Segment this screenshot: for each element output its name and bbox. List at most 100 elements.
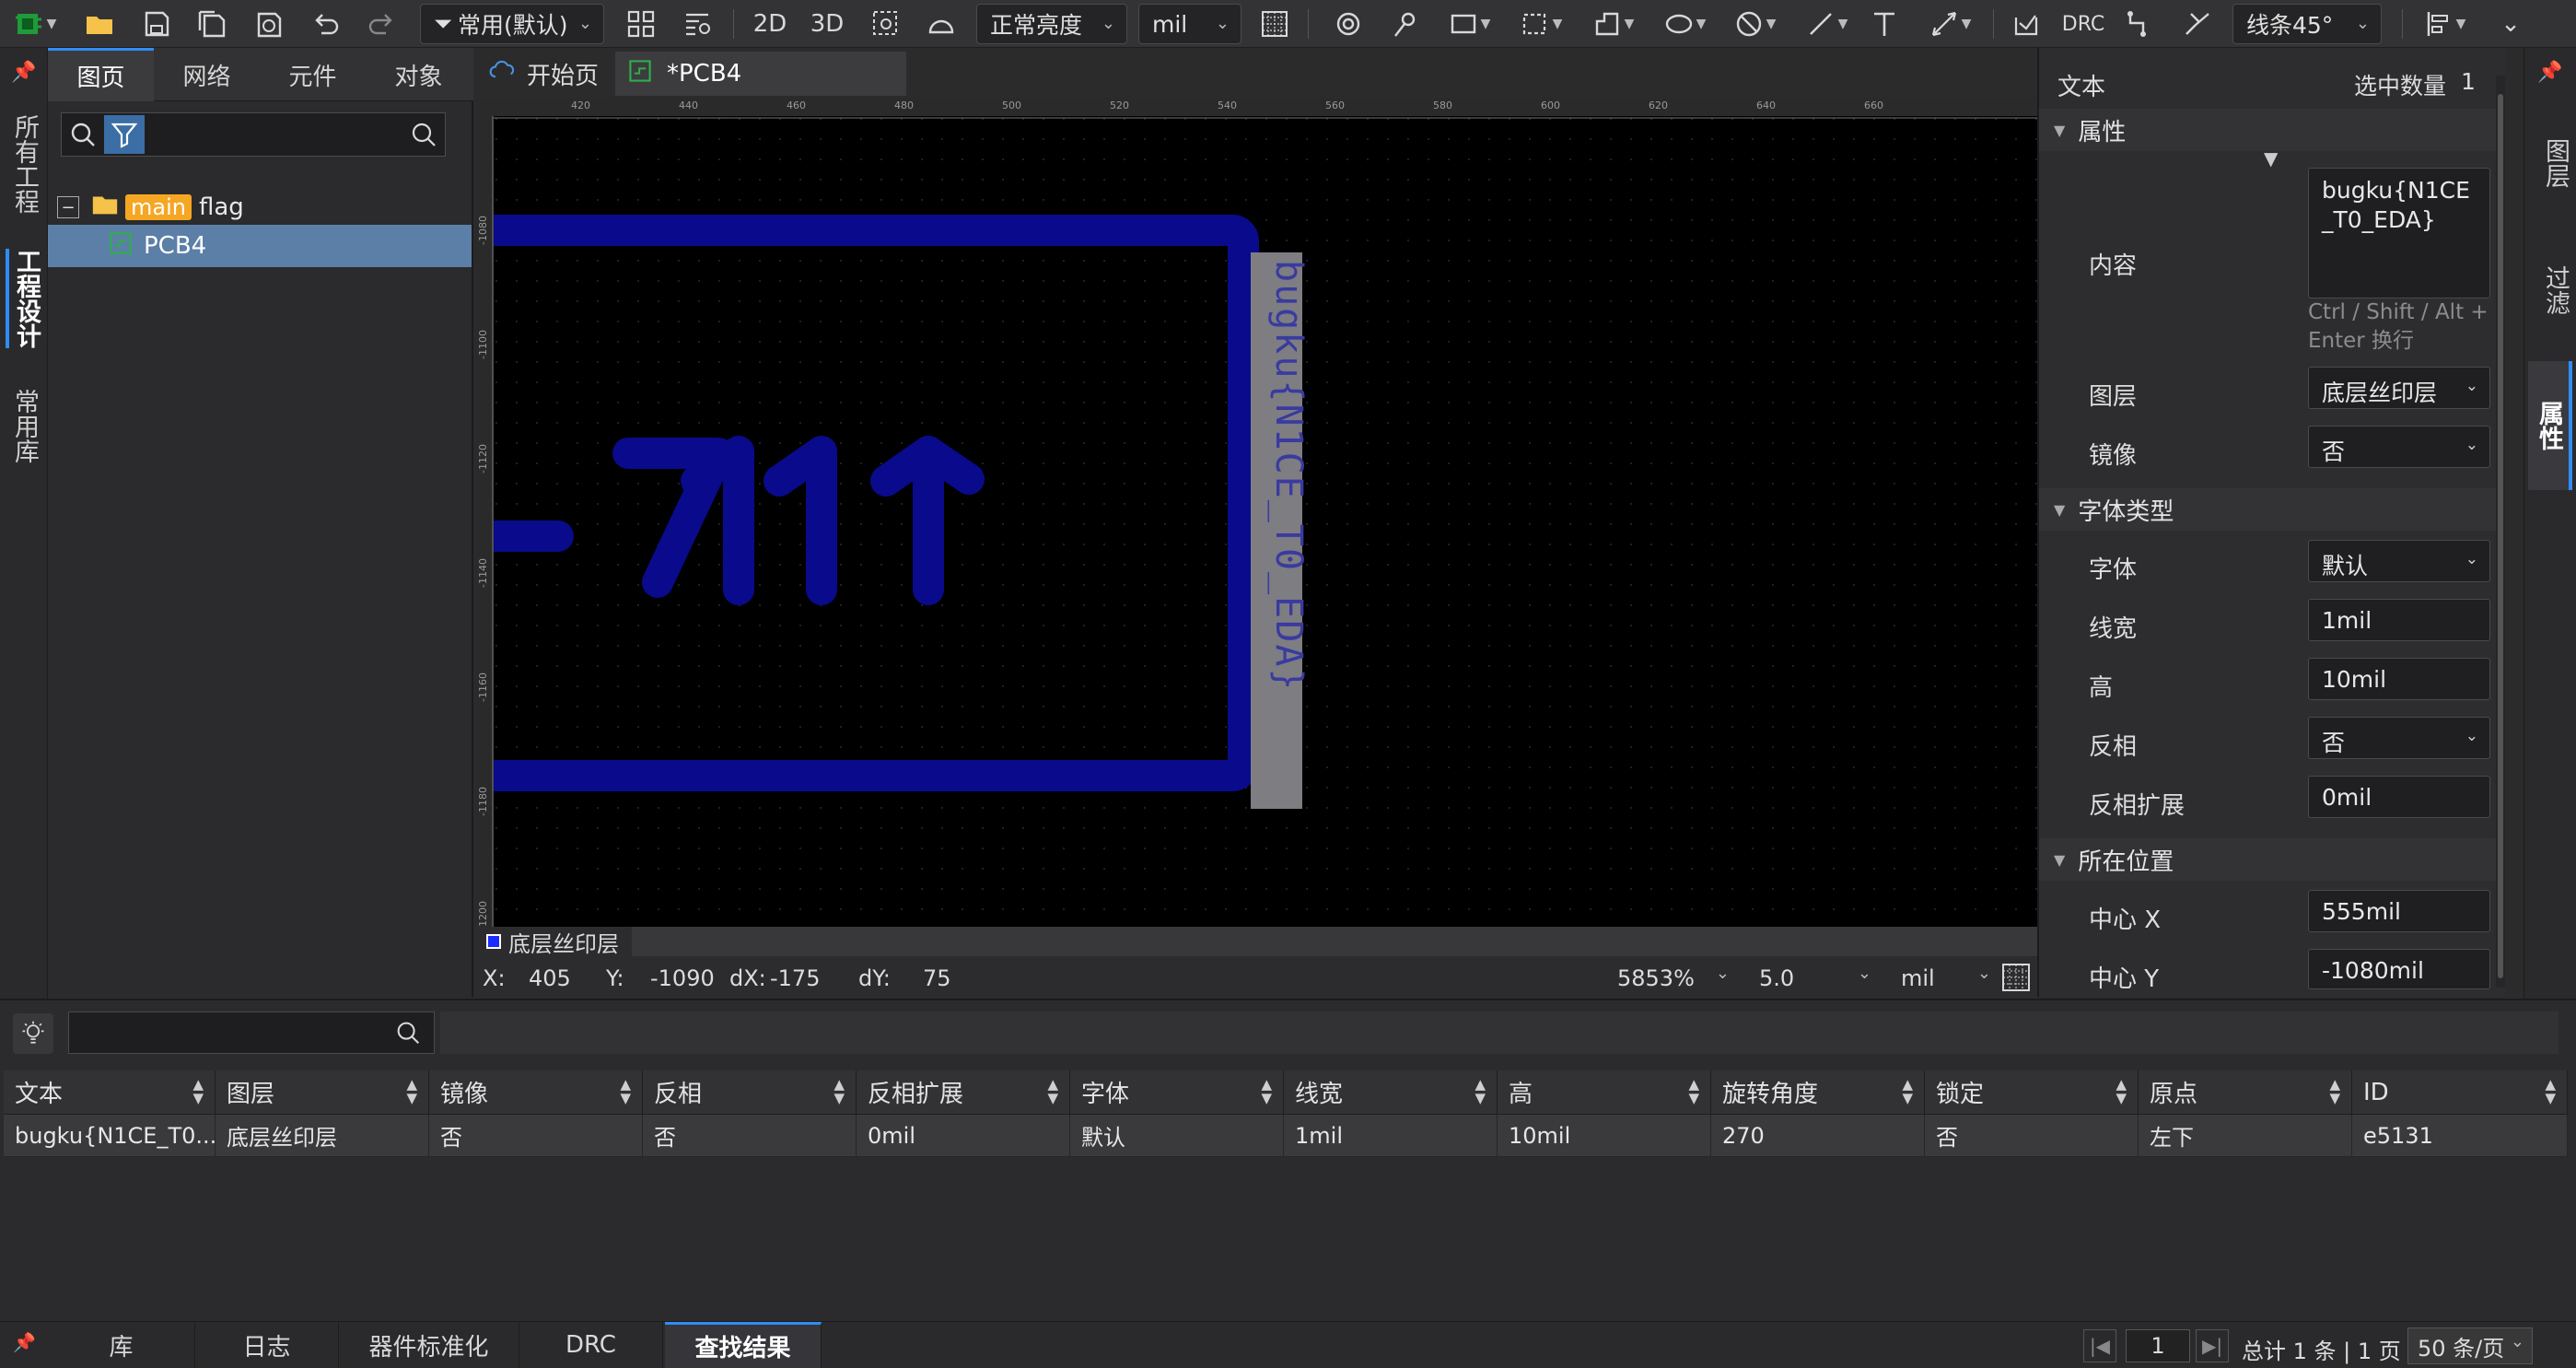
save-icon[interactable]: [138, 6, 175, 42]
tab-nets[interactable]: 网络: [154, 48, 260, 101]
sort-icon[interactable]: ▲ ▼: [1474, 1078, 1486, 1105]
invert-ext-input[interactable]: 0mil: [2308, 776, 2490, 818]
ellipse-icon[interactable]: ▼: [1658, 6, 1711, 42]
first-page-icon[interactable]: |◀: [2083, 1329, 2116, 1362]
sort-icon[interactable]: ▲ ▼: [1902, 1078, 1913, 1105]
section-font[interactable]: ▼ 字体类型: [2039, 488, 2496, 531]
collapse-icon[interactable]: −: [57, 196, 79, 218]
text-tool-icon[interactable]: [1866, 6, 1903, 42]
table-cell[interactable]: 10mil: [1498, 1115, 1711, 1157]
import-icon[interactable]: [2008, 6, 2045, 42]
search-submit-icon[interactable]: [408, 119, 439, 150]
brightness-icon[interactable]: [923, 6, 960, 42]
tab-common-lib[interactable]: 常用库: [6, 389, 42, 463]
tree-pcb-row[interactable]: PCB4: [48, 225, 472, 267]
sort-icon[interactable]: ▲ ▼: [406, 1078, 417, 1105]
table-cell[interactable]: 左下: [2139, 1115, 2352, 1157]
table-cell[interactable]: 0mil: [857, 1115, 1070, 1157]
list-search-icon[interactable]: [680, 6, 717, 42]
column-header[interactable]: 字体 ▲ ▼: [1070, 1070, 1284, 1115]
board-outline-icon[interactable]: ▼: [1442, 6, 1496, 42]
column-header[interactable]: 文本 ▲ ▼: [4, 1070, 216, 1115]
brightness-dropdown[interactable]: 正常亮度 ⌄: [976, 4, 1127, 44]
tab-part-standardize[interactable]: 器件标准化: [339, 1322, 519, 1368]
line-icon[interactable]: ▼: [1800, 6, 1853, 42]
page-number-input[interactable]: 1: [2126, 1329, 2190, 1362]
center-x-input[interactable]: 555mil: [2308, 890, 2490, 932]
section-position[interactable]: ▼ 所在位置: [2039, 838, 2496, 881]
filter-toggle-icon[interactable]: [104, 115, 145, 154]
grid-icon[interactable]: [1256, 6, 1293, 42]
pin-icon[interactable]: 📌: [11, 61, 36, 84]
active-layer-name[interactable]: 底层丝印层: [508, 926, 619, 958]
column-header[interactable]: 高 ▲ ▼: [1498, 1070, 1711, 1115]
results-search-input[interactable]: [76, 1016, 380, 1049]
filter-dropdown[interactable]: ⏷ 常用(默认) ⌄: [420, 4, 604, 44]
project-search-input[interactable]: [150, 117, 399, 152]
tab-library[interactable]: 库: [48, 1322, 195, 1368]
diff-pair-icon[interactable]: [2179, 6, 2216, 42]
pcb-canvas[interactable]: bugku{N1CE_T0_EDA}: [475, 98, 2037, 927]
redo-icon[interactable]: [363, 6, 400, 42]
column-header[interactable]: ID ▲ ▼: [2352, 1070, 2568, 1115]
save-all-icon[interactable]: [193, 6, 230, 42]
height-input[interactable]: 10mil: [2308, 658, 2490, 700]
tab-objects[interactable]: 对象: [366, 48, 472, 101]
column-header[interactable]: 镜像 ▲ ▼: [429, 1070, 643, 1115]
history-icon[interactable]: [251, 6, 287, 42]
center-y-input[interactable]: -1080mil: [2308, 949, 2490, 989]
sort-icon[interactable]: ▲ ▼: [2329, 1078, 2340, 1105]
last-page-icon[interactable]: ▶|: [2196, 1329, 2229, 1362]
sort-icon[interactable]: ▲ ▼: [2545, 1078, 2556, 1105]
sort-icon[interactable]: ▲ ▼: [1261, 1078, 1272, 1105]
tab-filter[interactable]: 过滤: [2532, 265, 2570, 315]
status-unit-dropdown[interactable]: mil ⌄: [1888, 962, 1995, 995]
section-attributes[interactable]: ▼ 属性: [2039, 109, 2496, 151]
table-cell[interactable]: 否: [1925, 1115, 2139, 1157]
results-search-box[interactable]: [68, 1011, 435, 1054]
layer-color-swatch[interactable]: [486, 934, 501, 949]
no-entry-icon[interactable]: ▼: [1728, 6, 1781, 42]
sort-icon[interactable]: ▲ ▼: [1688, 1078, 1699, 1105]
per-page-dropdown[interactable]: 50 条/页 ⌄: [2407, 1327, 2533, 1364]
column-header[interactable]: 原点 ▲ ▼: [2139, 1070, 2352, 1115]
column-header[interactable]: 线宽 ▲ ▼: [1284, 1070, 1498, 1115]
zoom-dropdown[interactable]: 5853% ⌄: [1604, 962, 1733, 995]
tab-drc[interactable]: DRC: [519, 1322, 663, 1368]
tab-pcb4[interactable]: *PCB4: [615, 52, 906, 96]
column-header[interactable]: 反相 ▲ ▼: [643, 1070, 857, 1115]
table-cell[interactable]: bugku{N1CE_T0...: [4, 1115, 216, 1157]
align-icon[interactable]: ▼: [2417, 6, 2472, 42]
sort-icon[interactable]: ▲ ▼: [1047, 1078, 1058, 1105]
silk-text[interactable]: bugku{N1CE_T0_EDA}: [1267, 260, 1310, 692]
app-menu-button[interactable]: ▼: [9, 6, 61, 42]
lightbulb-icon[interactable]: [13, 1013, 53, 1054]
tab-all-projects[interactable]: 所有工程: [6, 114, 42, 214]
tab-pages[interactable]: 图页: [48, 48, 154, 101]
font-select[interactable]: 默认 ⌄: [2308, 540, 2490, 582]
tab-log[interactable]: 日志: [195, 1322, 339, 1368]
project-search-box[interactable]: [61, 112, 446, 157]
tab-attributes[interactable]: 属性: [2528, 361, 2572, 490]
undo-icon[interactable]: [308, 6, 344, 42]
route-angle-dropdown[interactable]: 线条45° ⌄: [2232, 4, 2382, 44]
tree-project-row[interactable]: − main flag: [48, 186, 472, 228]
table-cell[interactable]: 否: [643, 1115, 857, 1157]
properties-scrollbar-thumb[interactable]: [2498, 94, 2503, 978]
sort-icon[interactable]: ▲ ▼: [833, 1078, 845, 1105]
via-icon[interactable]: [1330, 6, 1367, 42]
column-header[interactable]: 图层 ▲ ▼: [216, 1070, 429, 1115]
zoom-area-icon[interactable]: [868, 6, 904, 42]
properties-scrollbar[interactable]: [2496, 76, 2505, 988]
probe-icon[interactable]: [1387, 6, 1424, 42]
tab-project-design[interactable]: 工程设计: [6, 249, 42, 348]
search-icon[interactable]: [393, 1018, 425, 1049]
open-folder-icon[interactable]: [81, 6, 118, 42]
column-header[interactable]: 反相扩展 ▲ ▼: [857, 1070, 1070, 1115]
grid-size-dropdown[interactable]: 5.0 ⌄: [1746, 962, 1875, 995]
route-icon[interactable]: [2122, 6, 2159, 42]
table-cell[interactable]: 默认: [1070, 1115, 1284, 1157]
expand-arrow-icon[interactable]: ▼: [2264, 147, 2278, 170]
content-textarea[interactable]: bugku{N1CE_T0_EDA}: [2308, 168, 2490, 298]
column-header[interactable]: 锁定 ▲ ▼: [1925, 1070, 2139, 1115]
